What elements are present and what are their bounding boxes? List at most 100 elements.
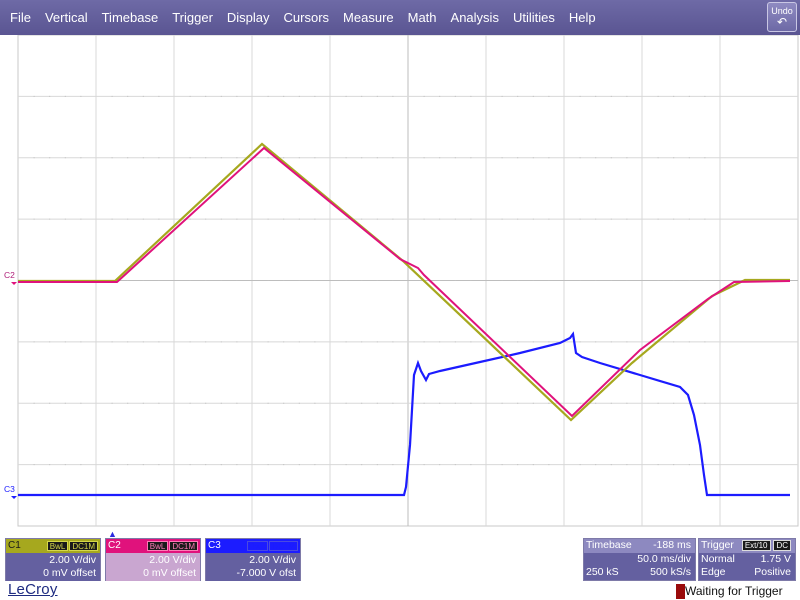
menu-utilities[interactable]: Utilities bbox=[506, 0, 562, 35]
grid-dot bbox=[517, 157, 519, 159]
grid-dot bbox=[142, 402, 144, 404]
menu-bar: File Vertical Timebase Trigger Display C… bbox=[0, 0, 800, 35]
menu-help[interactable]: Help bbox=[562, 0, 603, 35]
grid-dot bbox=[579, 157, 581, 159]
acquisition-status: Waiting for Trigger bbox=[675, 584, 783, 599]
grid-dot bbox=[439, 218, 441, 220]
grid-dot bbox=[127, 157, 129, 159]
c3-ground-marker[interactable] bbox=[11, 496, 17, 499]
grid-dot bbox=[688, 464, 690, 466]
grid-dot bbox=[142, 280, 144, 281]
grid-dot bbox=[439, 341, 441, 343]
timebase-descriptor[interactable]: Timebase -188 ms 50.0 ms/div 250 kS 500 … bbox=[583, 538, 696, 581]
grid-dot bbox=[579, 402, 581, 404]
grid-dot bbox=[80, 464, 82, 466]
grid-dot bbox=[345, 341, 347, 343]
menu-measure[interactable]: Measure bbox=[336, 0, 401, 35]
channel-c1-name: C1 bbox=[8, 540, 21, 551]
grid-dot bbox=[345, 95, 347, 97]
grid-dot bbox=[314, 280, 316, 281]
grid-dot bbox=[376, 280, 378, 281]
grid-dot bbox=[267, 464, 269, 466]
channel-c1-scale: 2.00 V/div bbox=[49, 554, 96, 566]
menu-display[interactable]: Display bbox=[220, 0, 277, 35]
menu-trigger[interactable]: Trigger bbox=[165, 0, 220, 35]
grid-dot bbox=[392, 402, 394, 404]
grid-dot bbox=[470, 280, 472, 281]
grid-dot bbox=[283, 218, 285, 220]
grid-dot bbox=[548, 464, 550, 466]
menu-timebase[interactable]: Timebase bbox=[95, 0, 166, 35]
channel-c2-name: C2 bbox=[108, 540, 121, 551]
grid-dot bbox=[423, 341, 425, 343]
grid-dot bbox=[454, 95, 456, 97]
c2-ground-marker[interactable] bbox=[11, 282, 17, 285]
menu-file[interactable]: File bbox=[3, 0, 38, 35]
grid-dot bbox=[283, 402, 285, 404]
grid-dot bbox=[610, 218, 612, 220]
channel-c2-descriptor[interactable]: C2 BwL DC1M 2.00 V/div 0 mV offset bbox=[105, 538, 201, 581]
grid-dot bbox=[501, 280, 503, 281]
grid-dot bbox=[626, 280, 628, 281]
menu-vertical[interactable]: Vertical bbox=[38, 0, 95, 35]
grid-dot bbox=[673, 218, 675, 220]
grid-dot bbox=[439, 157, 441, 159]
grid-dot bbox=[158, 218, 160, 220]
grid-dot bbox=[501, 218, 503, 220]
grid-dot bbox=[49, 95, 51, 97]
grid-dot bbox=[142, 95, 144, 97]
channel-c3-offset: -7.000 V ofst bbox=[236, 567, 296, 579]
grid-dot bbox=[423, 402, 425, 404]
grid-dot bbox=[657, 157, 659, 159]
grid-dot bbox=[189, 280, 191, 281]
undo-button[interactable]: Undo ↶ bbox=[767, 2, 797, 32]
c3-ground-label: C3 bbox=[4, 484, 15, 494]
grid-dot bbox=[64, 157, 66, 159]
grid-dot bbox=[298, 402, 300, 404]
grid-dot bbox=[439, 402, 441, 404]
grid-dot bbox=[673, 157, 675, 159]
grid-dot bbox=[688, 95, 690, 97]
grid-dot bbox=[532, 95, 534, 97]
menu-analysis[interactable]: Analysis bbox=[444, 0, 506, 35]
grid-dot bbox=[189, 402, 191, 404]
grid-dot bbox=[127, 464, 129, 466]
grid-dot bbox=[361, 95, 363, 97]
channel-c3-descriptor[interactable]: C3 BwL DC1M 2.00 V/div -7.000 V ofst bbox=[205, 538, 301, 581]
grid-dot bbox=[314, 95, 316, 97]
grid-dot bbox=[532, 402, 534, 404]
grid-dot bbox=[345, 402, 347, 404]
grid-dot bbox=[470, 95, 472, 97]
grid-dot bbox=[236, 402, 238, 404]
trigger-mode: Normal bbox=[701, 552, 735, 565]
grid-dot bbox=[205, 464, 207, 466]
grid-dot bbox=[283, 341, 285, 343]
grid-dot bbox=[220, 280, 222, 281]
grid-dot bbox=[267, 218, 269, 220]
grid-dot bbox=[361, 341, 363, 343]
bandwidth-limit-tag: BwL bbox=[46, 541, 69, 551]
channel-c3-name: C3 bbox=[208, 540, 221, 551]
grid-dot bbox=[220, 95, 222, 97]
channel-c1-descriptor[interactable]: C1 BwL DC1M 2.00 V/div 0 mV offset bbox=[5, 538, 101, 581]
grid-dot bbox=[127, 280, 129, 281]
grid-dot bbox=[626, 95, 628, 97]
grid-dot bbox=[595, 95, 597, 97]
grid-dot bbox=[439, 464, 441, 466]
trigger-descriptor[interactable]: Trigger Ext/10 DC Normal 1.75 V Edge Pos… bbox=[698, 538, 796, 581]
menu-cursors[interactable]: Cursors bbox=[277, 0, 337, 35]
grid-dot bbox=[127, 218, 129, 220]
grid-dot bbox=[517, 218, 519, 220]
grid-dot bbox=[501, 341, 503, 343]
grid-dot bbox=[517, 280, 519, 281]
grid-dot bbox=[673, 341, 675, 343]
grid-dot bbox=[704, 402, 706, 404]
grid-dot bbox=[657, 280, 659, 281]
grid-dot bbox=[49, 157, 51, 159]
waveform-display[interactable]: C2 C3 bbox=[0, 35, 800, 529]
grid-dot bbox=[111, 157, 113, 159]
menu-math[interactable]: Math bbox=[401, 0, 444, 35]
grid-dot bbox=[657, 218, 659, 220]
grid-dot bbox=[595, 341, 597, 343]
grid-dot bbox=[517, 464, 519, 466]
